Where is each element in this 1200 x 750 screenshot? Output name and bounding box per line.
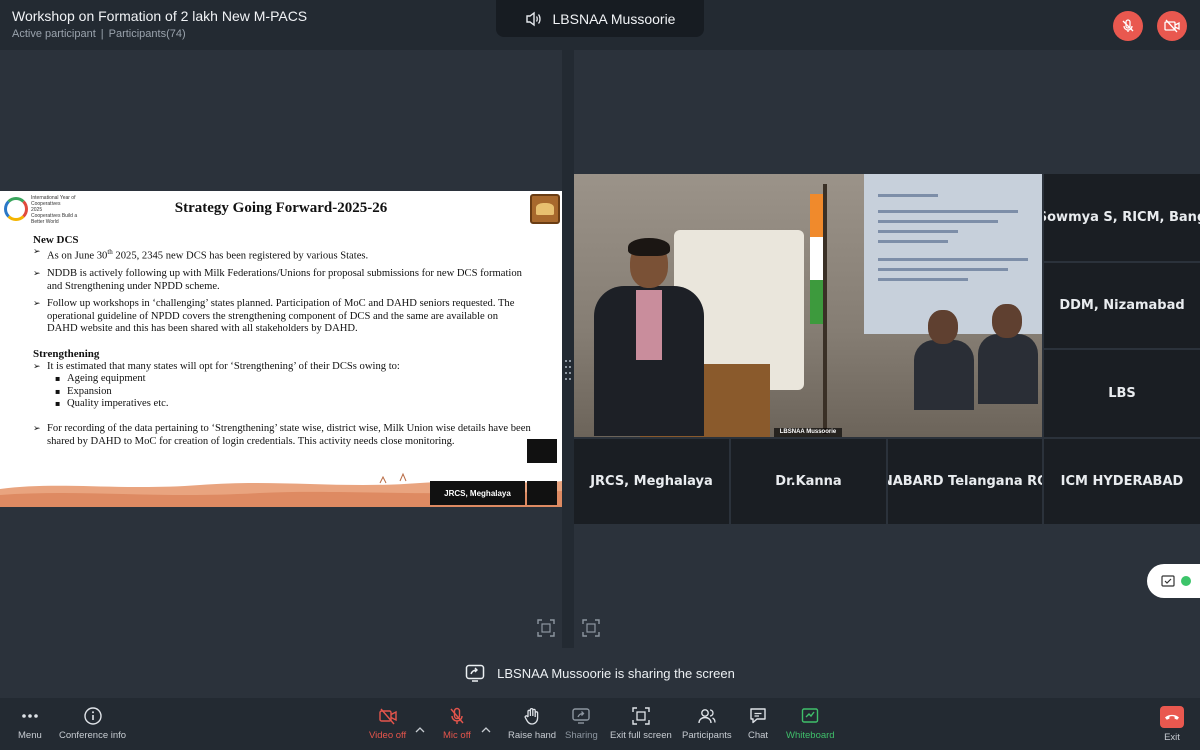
screen-share-icon [465,664,485,682]
focus-frame-icon [537,619,555,637]
slide-footer-decoration: JRCS, Meghalaya [0,439,562,507]
main-video-tile[interactable]: LBSNAA Mussoorie [574,174,1042,437]
whiteboard-quick-widget[interactable] [1147,564,1200,598]
sharing-label: Sharing [565,730,598,741]
speaker-person [594,238,714,437]
audience-person [978,304,1038,404]
video-off-icon [378,708,397,725]
raise-hand-button[interactable]: Raise hand [508,706,556,741]
info-icon [83,707,102,725]
conference-info-button[interactable]: Conference info [59,706,126,741]
section-heading-strengthening: Strengthening [33,348,100,361]
menu-label: Menu [18,730,42,741]
hang-up-icon [1165,714,1179,720]
slide-bullet: For recording of the data pertaining to … [33,423,531,448]
participant-status: Active participant [12,28,96,40]
participants-icon [698,709,716,724]
mic-options-chevron-icon[interactable] [480,722,492,733]
mic-off-button[interactable]: Mic off [443,706,471,741]
main-video-label: LBSNAA Mussoorie [774,428,842,437]
sharing-banner: LBSNAA Mussoorie is sharing the screen [0,648,1200,698]
chat-icon [750,708,766,724]
share-screen-icon [572,708,591,724]
panel-divider[interactable] [562,50,574,648]
whiteboard-check-icon [1161,575,1175,587]
slide-bullet: Follow up workshops in ‘challenging’ sta… [33,298,531,335]
slide-title: Strategy Going Forward-2025-26 [174,200,388,216]
active-speaker-indicator: LBSNAA Mussoorie [496,0,704,37]
focus-frame-icon [582,619,600,637]
shared-slide: International Year of Cooperatives 2025 … [0,191,562,507]
top-bar: Workshop on Formation of 2 lakh New M-PA… [0,0,1200,50]
exit-fullscreen-icon [632,707,650,725]
whiteboard-label: Whiteboard [786,730,835,741]
slide-mini-tile-jrcs: JRCS, Meghalaya [430,481,525,505]
exit-full-screen-label: Exit full screen [610,730,672,741]
participants-button[interactable]: Participants [682,706,732,741]
bullet-1-suffix: 2025, 2345 new DCS has been registered b… [112,250,369,262]
video-off-icon [1164,19,1180,33]
exit-full-screen-button[interactable]: Exit full screen [610,706,672,741]
slide-bullet: It is estimated that many states will op… [33,361,531,374]
top-mic-button[interactable] [1113,11,1143,41]
video-off-button[interactable]: Video off [369,706,406,741]
focus-view-button-right[interactable] [582,619,600,637]
mic-off-icon [1122,19,1134,32]
exit-label: Exit [1164,732,1180,743]
active-speaker-name: LBSNAA Mussoorie [552,10,676,27]
sharing-banner-text: LBSNAA Mussoorie is sharing the screen [497,665,735,681]
chat-label: Chat [748,730,769,741]
status-dot-icon [1181,576,1191,586]
speaker-icon [525,11,541,26]
whiteboard-icon [802,708,819,723]
focus-view-button-left[interactable] [537,619,555,637]
slide-sub-bullet: Ageing equipment [33,373,531,386]
video-tile[interactable]: ICM HYDERABAD [1044,439,1200,524]
bottom-toolbar: Menu Conference info Video off Mic off R… [0,698,1200,750]
video-tile[interactable]: Sowmya S, RICM, Bang [1044,174,1200,261]
video-tile[interactable]: Dr.Kanna [731,439,886,524]
slide-sub-bullet: Quality imperatives etc. [33,398,531,411]
video-tile[interactable]: NABARD Telangana RO [888,439,1042,524]
hand-icon [524,708,539,725]
mic-off-icon [450,707,464,724]
conference-info-label: Conference info [59,730,127,741]
meeting-subtitle: Active participant | Participants(74) [12,28,186,40]
divider-handle-icon[interactable] [565,360,571,382]
whiteboard-button[interactable]: Whiteboard [786,706,835,741]
exit-button[interactable]: Exit [1160,706,1184,743]
bullet-1-prefix: As on June 30 [47,250,108,262]
participants-label: Participants [682,730,732,741]
sharing-button[interactable]: Sharing [565,706,598,741]
slide-sub-bullet: Expansion [33,386,531,399]
slide-bullet: As on June 30th 2025, 2345 new DCS has b… [33,246,531,263]
chat-button[interactable]: Chat [748,706,768,741]
exit-button-bg [1160,706,1184,728]
participants-count-link[interactable]: Participants(74) [109,28,186,40]
more-dots-icon [22,714,38,718]
slide-bullet: NDDB is actively following up with Milk … [33,268,531,293]
top-video-button[interactable] [1157,11,1187,41]
slide-mini-tile [527,439,557,463]
meeting-title: Workshop on Formation of 2 lakh New M-PA… [12,8,308,24]
video-tile[interactable]: JRCS, Meghalaya [574,439,729,524]
section-heading-new-dcs: New DCS [33,234,79,246]
slide-mini-tile [527,481,557,505]
flag [810,194,824,324]
nddb-emblem-icon [530,194,560,224]
separator: | [100,28,104,40]
mic-stand [823,184,827,434]
slide-body: New DCS As on June 30th 2025, 2345 new D… [33,234,531,453]
mic-off-label: Mic off [443,730,471,741]
video-tile[interactable]: DDM, Nizamabad [1044,263,1200,348]
video-options-chevron-icon[interactable] [414,722,426,733]
audience-person [914,310,974,410]
raise-hand-label: Raise hand [508,730,557,741]
video-off-label: Video off [369,730,407,741]
menu-button[interactable]: Menu [18,706,42,741]
video-tile[interactable]: LBS [1044,350,1200,437]
